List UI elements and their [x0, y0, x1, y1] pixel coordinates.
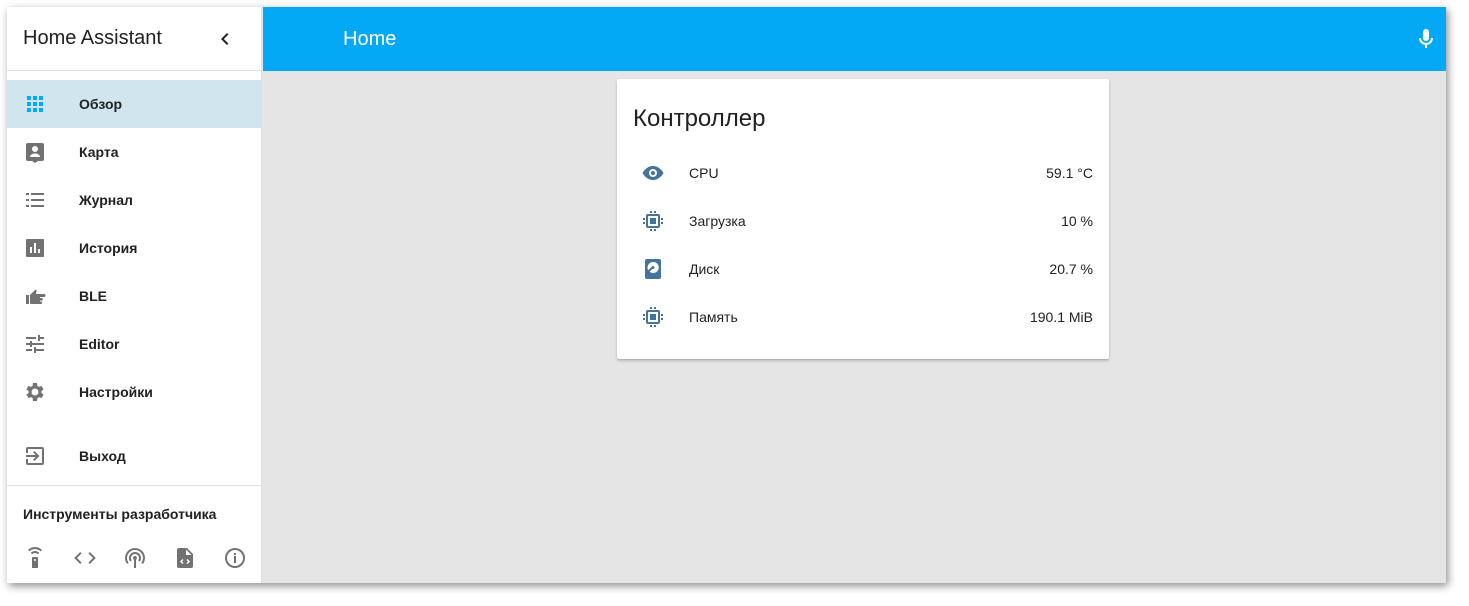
list-icon: [23, 188, 47, 212]
entity-row-memory[interactable]: Память 190.1 MiB: [617, 293, 1109, 341]
tune-icon: [23, 332, 47, 356]
chevron-left-icon: [221, 32, 229, 45]
exit-icon: [23, 444, 47, 468]
sidebar-item-label: Карта: [79, 144, 119, 160]
chip-icon: [633, 305, 673, 329]
sidebar-item-label: BLE: [79, 288, 107, 304]
remote-icon: [28, 547, 42, 568]
harddisk-icon: [633, 257, 673, 281]
top-app-bar: Home: [263, 7, 1446, 71]
entity-value: 59.1 °C: [1046, 165, 1093, 181]
file-code-icon: [177, 548, 193, 568]
voice-command-button[interactable]: [1414, 27, 1438, 51]
sidebar-item-logbook[interactable]: Журнал: [7, 176, 261, 224]
grid-icon: [23, 92, 47, 116]
sidebar: Home Assistant Обзор Карта Журнал Истори…: [7, 7, 262, 583]
entity-value: 10 %: [1061, 213, 1093, 229]
controller-card: Контроллер CPU 59.1 °C Загрузка 10 % Дис…: [617, 79, 1109, 359]
info-icon: [225, 548, 245, 568]
microphone-icon: [1419, 29, 1433, 48]
collapse-sidebar-button[interactable]: [213, 27, 237, 51]
dev-tool-services[interactable]: [23, 546, 47, 570]
sidebar-item-logout[interactable]: Выход: [7, 432, 261, 480]
chart-bar-icon: [23, 236, 47, 260]
dev-tools: [7, 522, 261, 570]
entity-row-cpu[interactable]: CPU 59.1 °C: [617, 149, 1109, 197]
sidebar-item-ble[interactable]: BLE: [7, 272, 261, 320]
entity-row-load[interactable]: Загрузка 10 %: [617, 197, 1109, 245]
dev-tool-templates[interactable]: [73, 546, 97, 570]
eye-icon: [633, 161, 673, 185]
dev-tool-info-file[interactable]: [173, 546, 197, 570]
entity-name: Загрузка: [689, 213, 746, 229]
sidebar-item-label: Журнал: [79, 192, 133, 208]
entity-row-disk[interactable]: Диск 20.7 %: [617, 245, 1109, 293]
entity-name: Диск: [689, 261, 720, 277]
sidebar-item-map[interactable]: Карта: [7, 128, 261, 176]
sidebar-item-editor[interactable]: Editor: [7, 320, 261, 368]
chip-icon: [633, 209, 673, 233]
entity-name: Память: [689, 309, 738, 325]
sidebar-item-label: Выход: [79, 448, 126, 464]
sidebar-item-label: История: [79, 240, 138, 256]
entity-value: 20.7 %: [1049, 261, 1093, 277]
dev-tool-mqtt[interactable]: [123, 546, 147, 570]
sidebar-nav: Обзор Карта Журнал История BLE Editor На…: [7, 71, 261, 480]
entity-value: 190.1 MiB: [1029, 309, 1093, 325]
account-box-icon: [23, 140, 47, 164]
hand-pointing-icon: [23, 284, 47, 308]
page-title: Home: [343, 27, 397, 50]
entity-name: CPU: [689, 165, 719, 181]
sidebar-item-label: Настройки: [79, 384, 153, 400]
code-icon: [74, 552, 96, 564]
app-title: Home Assistant: [23, 27, 162, 49]
gear-icon: [23, 380, 47, 404]
sidebar-header: Home Assistant: [7, 7, 261, 71]
sidebar-item-label: Editor: [79, 336, 120, 352]
card-title: Контроллер: [633, 105, 766, 132]
dev-tool-info[interactable]: [223, 546, 247, 570]
broadcast-icon: [125, 548, 145, 568]
dev-tools-title: Инструменты разработчика: [23, 506, 217, 522]
sidebar-item-settings[interactable]: Настройки: [7, 368, 261, 416]
entity-list: CPU 59.1 °C Загрузка 10 % Диск 20.7 % Па…: [617, 133, 1109, 341]
sidebar-item-history[interactable]: История: [7, 224, 261, 272]
sidebar-item-overview[interactable]: Обзор: [7, 80, 261, 128]
sidebar-item-label: Обзор: [79, 96, 123, 112]
app-window: Home Assistant Обзор Карта Журнал Истори…: [7, 7, 1446, 583]
